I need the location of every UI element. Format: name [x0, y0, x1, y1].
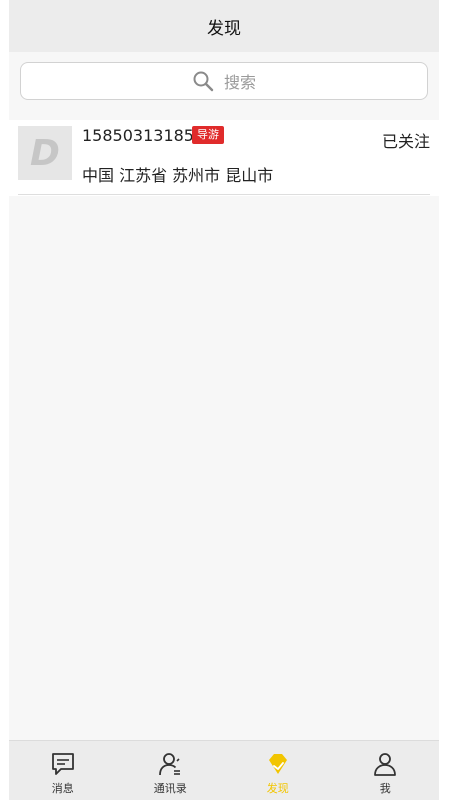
search-icon: [193, 71, 214, 92]
top-header: 发现: [9, 0, 439, 52]
contacts-icon: [159, 753, 181, 776]
user-phone: 15850313185: [82, 126, 194, 145]
guide-badge: 导游: [192, 126, 224, 144]
tab-label: 消息: [51, 782, 74, 795]
bottom-tabbar: 消息 通讯录 发现 我: [9, 740, 439, 800]
tab-me[interactable]: 我: [332, 741, 440, 800]
avatar-letter: D: [30, 132, 60, 174]
tab-label: 我: [379, 782, 391, 795]
message-icon: [51, 753, 74, 775]
avatar[interactable]: D: [18, 126, 72, 180]
discover-icon: [268, 754, 287, 774]
tab-label: 发现: [266, 782, 289, 795]
app-screen: 发现 搜索 D 15850313185 导游 中国 江苏省 苏州市 昆山市 已关…: [9, 0, 439, 800]
tab-label: 通讯录: [153, 782, 187, 795]
search-section: 搜索: [9, 52, 439, 119]
page-title: 发现: [207, 18, 241, 39]
tab-contacts[interactable]: 通讯录: [117, 741, 225, 800]
tab-discover[interactable]: 发现: [224, 741, 332, 800]
tab-messages[interactable]: 消息: [9, 741, 117, 800]
follow-status-button[interactable]: 已关注: [382, 128, 430, 152]
result-list-item[interactable]: D 15850313185 导游 中国 江苏省 苏州市 昆山市 已关注: [9, 120, 439, 196]
profile-icon: [374, 753, 397, 776]
search-input[interactable]: 搜索: [20, 62, 428, 100]
list-divider: [18, 194, 430, 195]
search-placeholder: 搜索: [223, 73, 256, 92]
user-location: 中国 江苏省 苏州市 昆山市: [82, 166, 274, 185]
